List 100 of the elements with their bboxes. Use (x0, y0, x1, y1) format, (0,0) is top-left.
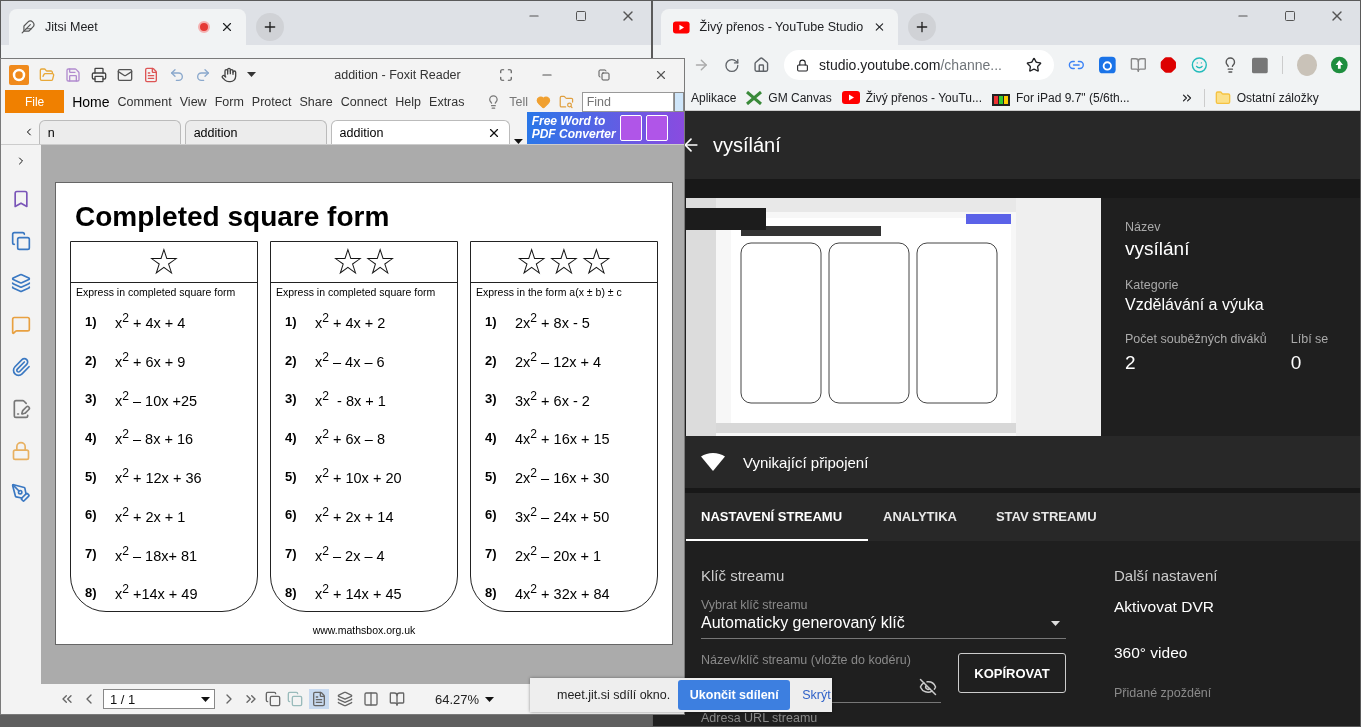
stat-value: 2 (1125, 352, 1137, 374)
stat-value: 0 (1290, 352, 1303, 374)
single-page-icon[interactable] (311, 691, 327, 707)
star-icon[interactable] (1026, 57, 1043, 73)
new-tab-button[interactable] (256, 13, 284, 41)
app-logo-icon[interactable] (9, 64, 29, 85)
expression: 2x$^{2}$ – 16x + 30 (515, 466, 610, 486)
wifi-icon (701, 453, 725, 471)
window-title: addition - Foxit Reader (333, 67, 462, 82)
question-number: 7) (485, 545, 498, 561)
expression: x$^{2}$ + 12x + 36 (115, 466, 202, 486)
page-field[interactable]: 1 / 1 (103, 689, 215, 709)
stop-sign-icon[interactable] (1160, 56, 1177, 74)
question-number: 8) (485, 584, 498, 600)
tell-me-label[interactable]: Tell (509, 94, 529, 109)
instruction: Express in completed square form (275, 285, 437, 298)
setting-item[interactable]: Aktivovat DVR (1114, 598, 1218, 616)
tab[interactable]: STAV STREAMU (980, 493, 1121, 541)
question-number: 1) (485, 313, 498, 329)
bookmark-item[interactable]: Aplikace (691, 90, 737, 105)
browser-tab[interactable]: Živý přenos - YouTube Studio (661, 9, 898, 45)
stream-key-select[interactable]: Automaticky generovaný klíč (701, 612, 1066, 639)
maximize-icon[interactable] (574, 10, 587, 22)
field-label: Název/klíč streamu (vložte do kodéru) (701, 653, 912, 667)
stat-label: Počet souběžných diváků (1125, 332, 1267, 346)
feather-icon (21, 20, 35, 34)
browser-tab[interactable]: Jitsi Meet (9, 9, 246, 45)
app-tile-icon[interactable] (1098, 56, 1116, 74)
question-number: 2) (485, 352, 498, 368)
new-tab-button[interactable] (908, 13, 936, 41)
find-button[interactable] (673, 91, 684, 112)
footer-text: www.mathsbox.org.uk (312, 624, 416, 636)
hand-icon[interactable] (221, 66, 237, 83)
stop-sharing-button[interactable]: Ukončit sdílení (678, 680, 791, 710)
continuous-icon[interactable] (337, 691, 353, 707)
print-icon[interactable] (91, 66, 107, 83)
menu-tab[interactable]: View (179, 94, 207, 109)
lock-icon (796, 58, 810, 72)
menu-tab[interactable]: Help (395, 94, 422, 109)
question-number: 6) (85, 507, 98, 523)
menu-tab[interactable]: Extras (429, 94, 465, 109)
setting-item[interactable]: 360° video (1114, 644, 1218, 662)
expression: x$^{2}$ – 2x – 4 (315, 543, 385, 564)
question-number: 8) (85, 584, 98, 600)
bookmark-item[interactable]: For iPad 9.7" (5/6th... (992, 89, 1130, 106)
close-icon[interactable] (220, 20, 234, 34)
new-file-icon[interactable] (143, 66, 159, 83)
restore-icon[interactable] (597, 68, 610, 81)
document-tab[interactable]: n (38, 120, 181, 144)
expression: x$^{2}$ + 6x + 9 (115, 350, 186, 370)
detail-label: Kategorie (1125, 278, 1180, 292)
menu-tab[interactable]: Home (72, 93, 110, 110)
expression: x$^{2}$ – 8x + 16 (115, 427, 194, 448)
section-heading: Klíč streamu (701, 567, 786, 584)
eye-off-icon[interactable] (919, 677, 937, 696)
question-number: 4) (85, 429, 98, 445)
pages-icon[interactable] (11, 231, 31, 251)
previous-view-icon[interactable] (265, 691, 281, 707)
tabs-menu-icon (513, 139, 523, 144)
question-number: 1) (85, 313, 98, 329)
bookmark-item[interactable]: Živý přenos - YouTu... (841, 90, 982, 105)
close-icon[interactable] (873, 20, 886, 34)
copy-button[interactable]: KOPÍROVAT (958, 653, 1066, 693)
save-icon[interactable] (65, 66, 81, 83)
square-app-icon[interactable] (1252, 56, 1268, 74)
field-label: Vybrat klíč streamu (701, 598, 809, 612)
facing-icon[interactable] (363, 691, 379, 707)
document-tab[interactable]: addition (330, 120, 510, 144)
upload-icon[interactable] (1331, 56, 1348, 74)
page-title: vysílání (713, 133, 781, 157)
expression: x$^{2}$ + 14x + 45 (315, 582, 402, 603)
book-icon[interactable] (1129, 56, 1147, 74)
reload-icon[interactable] (723, 56, 740, 74)
layers-icon[interactable] (11, 273, 31, 293)
address-bar[interactable]: studio.youtube.com/channe... (784, 50, 1055, 80)
expression: x$^{2}$ – 10x +25 (115, 388, 198, 409)
attachment-icon[interactable] (11, 357, 31, 377)
find-field[interactable]: Find (581, 91, 674, 112)
menu-tab[interactable]: Comment (117, 94, 172, 109)
cover-icon[interactable] (389, 691, 405, 707)
question-number: 6) (485, 507, 498, 523)
mail-icon[interactable] (117, 66, 133, 83)
home-icon[interactable] (753, 56, 771, 74)
bookmark-icon[interactable] (11, 189, 31, 209)
maximize-icon[interactable] (1283, 10, 1296, 22)
fullscreen-icon[interactable] (499, 67, 513, 82)
bookmark-folder[interactable]: Ostatní záložky (1214, 89, 1319, 106)
bookmark-item[interactable]: GM Canvas (746, 90, 832, 105)
menu-tab[interactable]: Protect (251, 94, 292, 109)
signature-icon[interactable] (11, 399, 31, 419)
document-tab[interactable]: addition (184, 120, 327, 144)
menu-tab[interactable]: Share (299, 94, 333, 109)
ad-banner[interactable]: Free Word to PDF Converter (526, 112, 684, 144)
tab[interactable]: ANALYTIKA (868, 493, 981, 541)
menu-tab[interactable]: Connect (340, 94, 388, 109)
question-number: 2) (85, 352, 98, 368)
field-label: Adresa URL streamu (701, 711, 819, 725)
pen-icon[interactable] (11, 483, 31, 503)
hide-link[interactable]: Skrýt (802, 688, 831, 702)
menu-tab[interactable]: Form (214, 94, 244, 109)
